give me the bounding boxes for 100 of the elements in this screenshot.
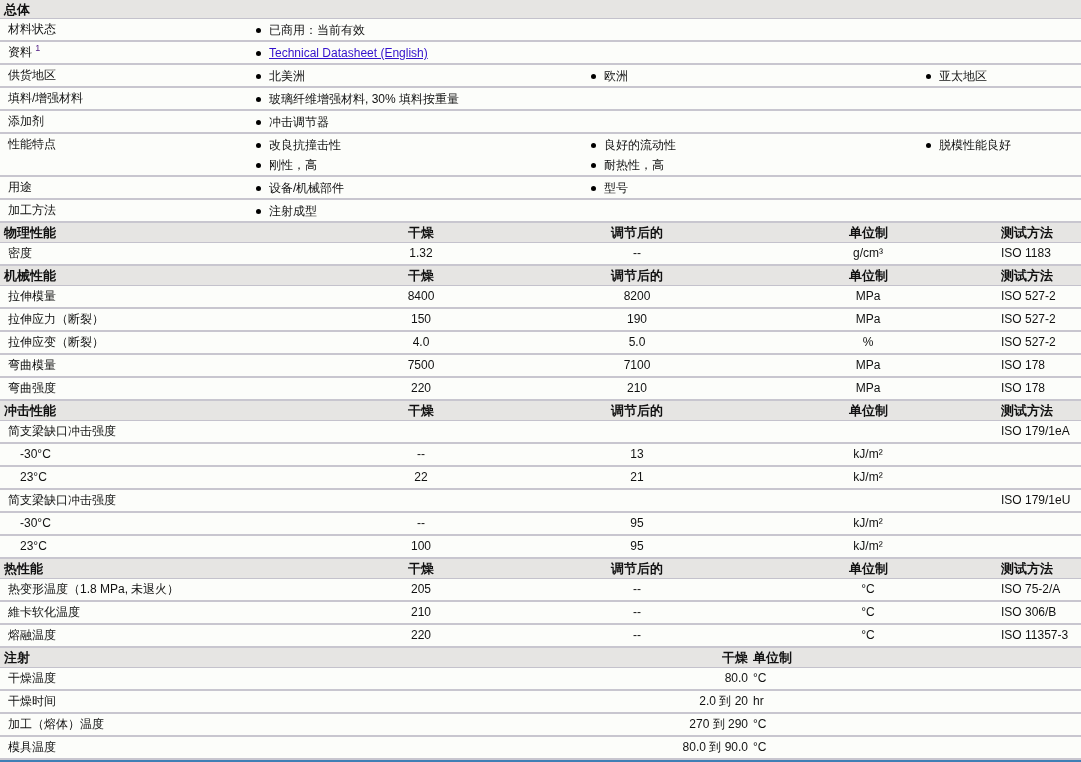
property-label: 熔融温度: [7, 628, 57, 643]
column-header: 测试方法: [1000, 561, 1054, 576]
property-label: 加工方法: [7, 202, 57, 219]
datasheet-link[interactable]: Technical Datasheet (English): [269, 46, 428, 61]
property-value: 耐热性，高: [604, 158, 664, 173]
unit-cell: kJ/m²: [853, 539, 883, 553]
table-cell: 22: [414, 470, 428, 484]
property-label: -30°C: [19, 516, 52, 531]
bullet-icon: [256, 97, 261, 102]
table-cell: --: [633, 582, 641, 596]
property-label: -30°C: [19, 447, 52, 462]
table-cell-text: 270 到 290: [688, 717, 748, 732]
test-method-cell: ISO 179/1eU: [1001, 493, 1071, 507]
unit-cell: %: [862, 335, 874, 349]
unit-cell-text: °C: [752, 671, 768, 686]
bullet-icon: [256, 51, 261, 56]
unit-cell: MPa: [855, 358, 881, 372]
property-label: 拉伸应力（断裂）: [7, 312, 105, 327]
property-label: 简支梁缺口冲击强度: [7, 424, 117, 439]
section-title: 注射: [3, 650, 31, 665]
table-cell: --: [633, 605, 641, 619]
column-header: 调节后的: [609, 225, 664, 240]
bullet-icon: [256, 143, 261, 148]
property-label: 干燥温度: [7, 671, 57, 686]
property-label: 拉伸应变（断裂）: [7, 335, 105, 350]
bullet-icon: [256, 163, 261, 168]
table-cell: 210: [627, 381, 647, 395]
table-cell-text: 80.0 到 90.0: [681, 740, 748, 755]
property-label: 简支梁缺口冲击强度: [7, 493, 117, 508]
property-label: 材料状态: [7, 21, 57, 38]
unit-cell: MPa: [855, 289, 881, 303]
property-label: 填料/增强材料: [7, 90, 85, 107]
property-value: 亚太地区: [939, 69, 987, 84]
column-header: 调节后的: [609, 403, 664, 418]
bullet-icon: [591, 163, 596, 168]
column-header: 单位制: [847, 403, 889, 418]
unit-cell: kJ/m²: [853, 516, 883, 530]
column-header: 调节后的: [609, 268, 664, 283]
property-value: 欧洲: [604, 69, 628, 84]
unit-cell: g/cm³: [853, 246, 883, 260]
test-method-cell: ISO 179/1eA: [1001, 424, 1070, 438]
section-title: 机械性能: [2, 268, 57, 283]
property-label: 资料 $^{1}$: [7, 42, 42, 61]
unit-cell-text: °C: [752, 740, 768, 755]
property-value: 设备/机械部件: [269, 181, 345, 196]
unit-cell: MPa: [855, 381, 881, 395]
column-header: 调节后的: [609, 561, 664, 576]
property-value: 刚性，高: [269, 158, 317, 173]
property-value: 北美洲: [269, 69, 305, 84]
column-header: 干燥: [407, 268, 435, 283]
bullet-icon: [256, 186, 261, 191]
property-label: 添加剂: [7, 113, 45, 130]
property-value: 改良抗撞击性: [269, 138, 341, 153]
unit-cell: °C: [861, 605, 875, 619]
test-method-cell: ISO 11357-3: [1001, 628, 1069, 642]
bullet-icon: [256, 120, 261, 125]
bullet-icon: [256, 209, 261, 214]
unit-cell: °C: [861, 628, 875, 642]
bullet-icon: [926, 143, 931, 148]
table-cell: 21: [630, 470, 644, 484]
bullet-icon: [591, 74, 596, 79]
test-method-cell: ISO 527-2: [1001, 335, 1056, 349]
unit-cell: °C: [861, 582, 875, 596]
bullet-icon: [256, 28, 261, 33]
property-value: 脱模性能良好: [939, 138, 1011, 153]
table-cell: 210: [411, 605, 431, 619]
property-label: 加工（熔体）温度: [7, 717, 105, 732]
unit-cell-text: hr: [752, 694, 765, 709]
table-cell: --: [417, 447, 425, 461]
table-cell-text: 80.0: [723, 671, 748, 686]
property-value: 冲击调节器: [269, 115, 329, 130]
bullet-icon: [591, 143, 596, 148]
column-header: 单位制: [847, 561, 889, 576]
unit-cell-text: °C: [752, 717, 768, 732]
table-cell: 220: [411, 628, 431, 642]
table-cell: 95: [630, 516, 644, 530]
property-label: 拉伸模量: [7, 289, 57, 304]
table-cell: 220: [411, 381, 431, 395]
column-header: 干燥: [407, 561, 435, 576]
test-method-cell: ISO 527-2: [1001, 289, 1056, 303]
property-label: 23°C: [19, 470, 48, 485]
table-cell: 190: [627, 312, 647, 326]
property-label: 密度: [7, 246, 33, 261]
property-label: 用途: [7, 179, 33, 196]
bullet-icon: [591, 186, 596, 191]
column-header: 测试方法: [1000, 403, 1054, 418]
property-value: 良好的流动性: [604, 138, 676, 153]
column-header: 干燥: [407, 403, 435, 418]
table-cell: 7100: [623, 358, 651, 372]
bullet-icon: [256, 74, 261, 79]
table-cell: 8200: [623, 289, 651, 303]
section-title: 总体: [2, 1, 30, 17]
test-method-cell: ISO 75-2/A: [1001, 582, 1061, 596]
column-header: 干燥: [407, 225, 435, 240]
test-method-cell: ISO 306/B: [1001, 605, 1057, 619]
unit-cell: MPa: [855, 312, 881, 326]
test-method-cell: ISO 1183: [1001, 246, 1051, 260]
column-header: 测试方法: [1000, 225, 1054, 240]
property-label: 23°C: [19, 539, 48, 554]
test-method-cell: ISO 178: [1001, 358, 1046, 372]
